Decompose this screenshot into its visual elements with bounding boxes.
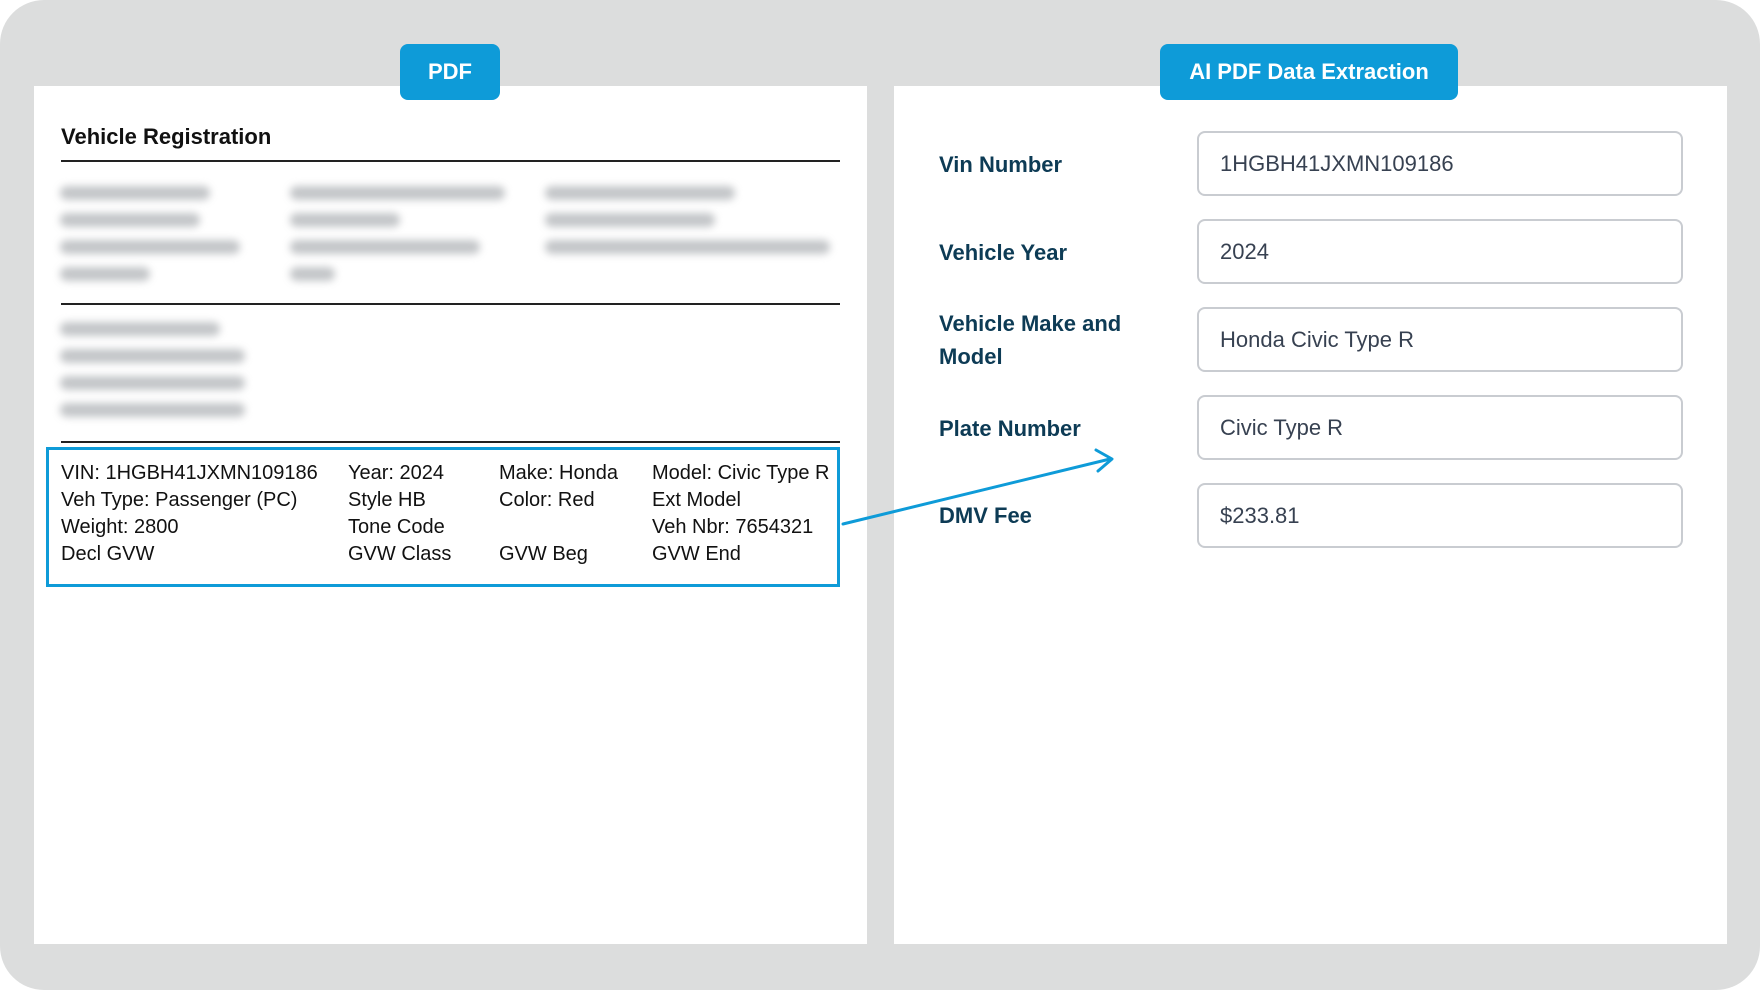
- vin-number-field[interactable]: 1HGBH41JXMN109186: [1197, 131, 1683, 196]
- plate-number-field[interactable]: Civic Type R: [1197, 395, 1683, 460]
- vehicle-year-field[interactable]: 2024: [1197, 219, 1683, 284]
- dmv-fee-field[interactable]: $233.81: [1197, 483, 1683, 548]
- field-label-dmv-fee: DMV Fee: [939, 503, 1032, 528]
- make-model-field[interactable]: Honda Civic Type R: [1197, 307, 1683, 372]
- field-label-vehicle-year: Vehicle Year: [939, 240, 1068, 265]
- field-label-make-model: Vehicle Make and Model: [939, 311, 1122, 369]
- field-label-plate-number: Plate Number: [939, 416, 1081, 441]
- field-label-vin: Vin Number: [939, 152, 1063, 177]
